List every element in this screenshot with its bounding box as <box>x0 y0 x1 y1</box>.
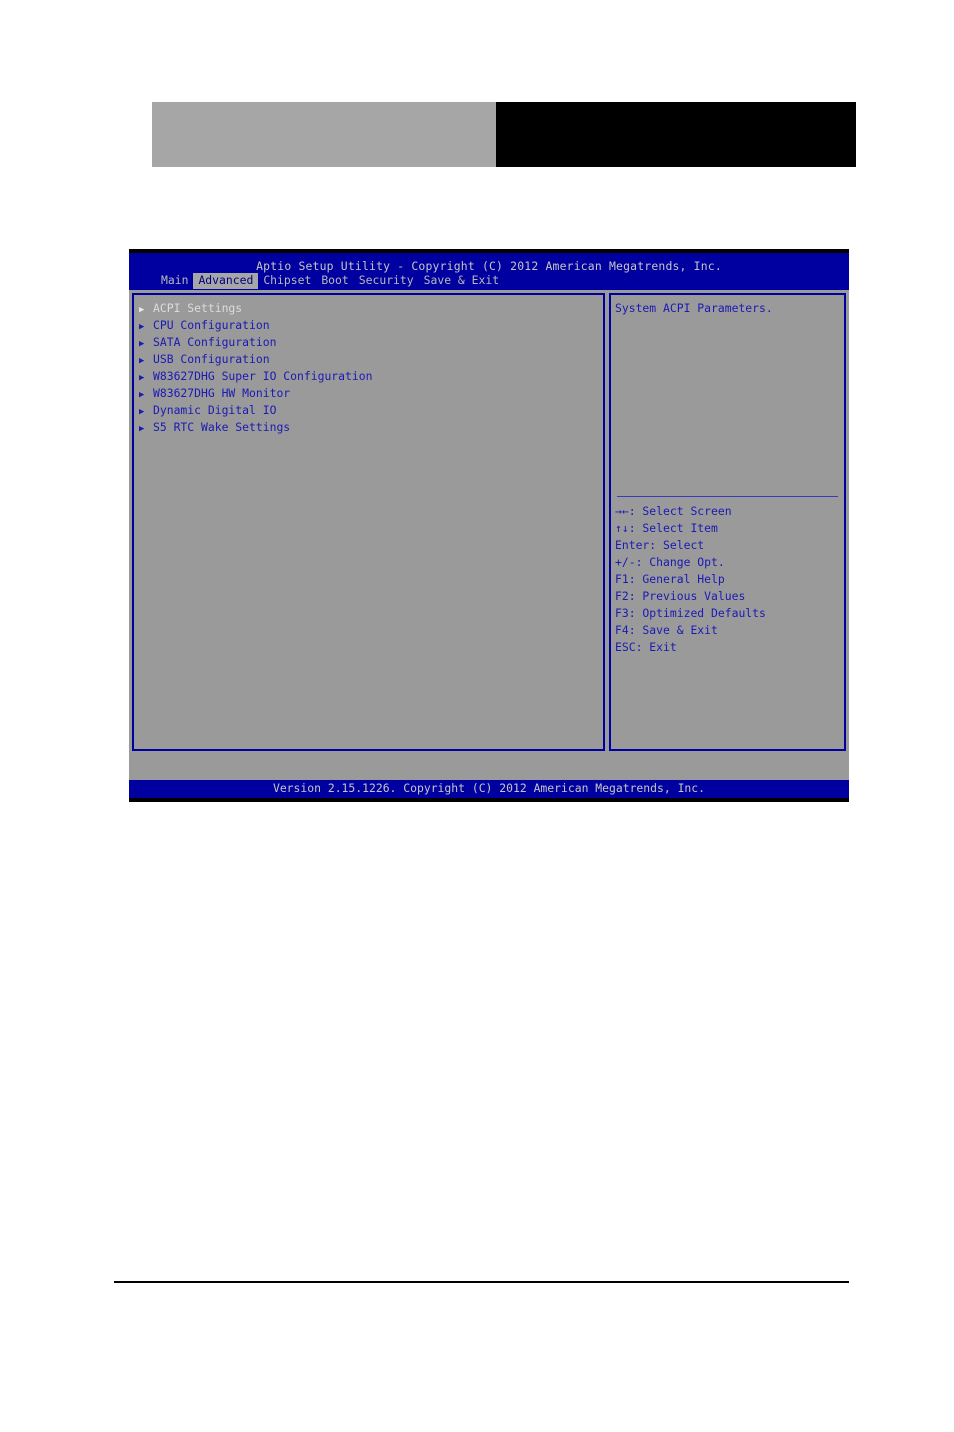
menu-item-label: CPU Configuration <box>153 318 270 332</box>
menu-item-label: W83627DHG HW Monitor <box>153 386 291 400</box>
menu-item-label: W83627DHG Super IO Configuration <box>153 369 373 383</box>
bios-header: Aptio Setup Utility - Copyright (C) 2012… <box>129 253 849 290</box>
settings-menu-panel: ▶ ACPI Settings ▶ CPU Configuration ▶ SA… <box>132 293 605 751</box>
menu-item-label: USB Configuration <box>153 352 270 366</box>
menu-item-cpu-configuration[interactable]: ▶ CPU Configuration <box>139 317 603 334</box>
key-name: +/- <box>615 555 636 569</box>
settings-menu-list: ▶ ACPI Settings ▶ CPU Configuration ▶ SA… <box>134 295 603 436</box>
menu-item-label: SATA Configuration <box>153 335 277 349</box>
submenu-arrow-icon: ▶ <box>139 339 145 349</box>
key-name: ESC <box>615 640 636 654</box>
submenu-arrow-icon: ▶ <box>139 356 145 366</box>
menu-item-sata-configuration[interactable]: ▶ SATA Configuration <box>139 334 603 351</box>
key-legend-label: : Select <box>649 538 705 552</box>
help-panel: System ACPI Parameters. →←: Select Scree… <box>609 293 846 751</box>
key-name: F3 <box>615 606 629 620</box>
menu-item-hw-monitor[interactable]: ▶ W83627DHG HW Monitor <box>139 385 603 402</box>
menu-item-acpi-settings[interactable]: ▶ ACPI Settings <box>139 300 603 317</box>
arrow-left-right-icon: →← <box>615 504 629 518</box>
key-name: F2 <box>615 589 629 603</box>
key-legend-label: : Select Screen <box>628 504 732 518</box>
key-legend-select-item: ↑↓: Select Item <box>615 520 844 537</box>
menu-item-usb-configuration[interactable]: ▶ USB Configuration <box>139 351 603 368</box>
key-legend-exit: ESC: Exit <box>615 639 844 656</box>
key-legend-general-help: F1: General Help <box>615 571 844 588</box>
footer-gap <box>129 770 849 780</box>
arrow-up-down-icon: ↑↓ <box>615 521 629 535</box>
menu-item-super-io-configuration[interactable]: ▶ W83627DHG Super IO Configuration <box>139 368 603 385</box>
submenu-arrow-icon: ▶ <box>139 407 145 417</box>
tab-advanced[interactable]: Advanced <box>193 273 259 289</box>
key-legend-label: : Optimized Defaults <box>628 606 766 620</box>
tab-security[interactable]: Security <box>354 273 419 289</box>
key-legend-previous-values: F2: Previous Values <box>615 588 844 605</box>
bios-tab-bar: Main Advanced Chipset Boot Security Save… <box>129 273 849 289</box>
bios-body: ▶ ACPI Settings ▶ CPU Configuration ▶ SA… <box>129 290 849 770</box>
menu-item-label: Dynamic Digital IO <box>153 403 277 417</box>
submenu-arrow-icon: ▶ <box>139 390 145 400</box>
key-legend-save-exit: F4: Save & Exit <box>615 622 844 639</box>
page-bottom-rule <box>114 1281 849 1283</box>
submenu-arrow-icon: ▶ <box>139 424 145 434</box>
tab-save-exit[interactable]: Save & Exit <box>419 273 504 289</box>
key-legend-label: : Change Opt. <box>635 555 725 569</box>
bios-footer-version: Version 2.15.1226. Copyright (C) 2012 Am… <box>129 780 849 798</box>
key-legend-enter-select: Enter: Select <box>615 537 844 554</box>
tab-main[interactable]: Main <box>156 273 193 289</box>
key-legend-change-opt: +/-: Change Opt. <box>615 554 844 571</box>
key-name: Enter <box>615 538 650 552</box>
menu-item-dynamic-digital-io[interactable]: ▶ Dynamic Digital IO <box>139 402 603 419</box>
key-legend-select-screen: →←: Select Screen <box>615 503 844 520</box>
top-banner <box>152 102 856 167</box>
key-legend-label: : General Help <box>628 572 725 586</box>
submenu-arrow-icon: ▶ <box>139 322 145 332</box>
banner-block-black <box>496 102 856 167</box>
window-bottom-strip <box>129 798 849 802</box>
menu-item-label: ACPI Settings <box>153 301 243 315</box>
key-name: F1 <box>615 572 629 586</box>
menu-item-label: S5 RTC Wake Settings <box>153 420 291 434</box>
banner-block-grey <box>152 102 496 167</box>
menu-item-s5-rtc-wake-settings[interactable]: ▶ S5 RTC Wake Settings <box>139 419 603 436</box>
tab-chipset[interactable]: Chipset <box>258 273 316 289</box>
tab-boot[interactable]: Boot <box>316 273 353 289</box>
submenu-arrow-icon: ▶ <box>139 305 145 315</box>
submenu-arrow-icon: ▶ <box>139 373 145 383</box>
key-legend-label: : Select Item <box>628 521 718 535</box>
key-name: F4 <box>615 623 629 637</box>
key-legend-label: : Exit <box>635 640 677 654</box>
key-legend-label: : Previous Values <box>628 589 746 603</box>
help-description: System ACPI Parameters. <box>615 301 773 315</box>
bios-setup-window: Aptio Setup Utility - Copyright (C) 2012… <box>129 249 849 802</box>
key-legend-optimized-defaults: F3: Optimized Defaults <box>615 605 844 622</box>
key-legend-list: →←: Select Screen ↑↓: Select Item Enter:… <box>611 497 844 656</box>
bios-title: Aptio Setup Utility - Copyright (C) 2012… <box>256 259 722 273</box>
key-legend-label: : Save & Exit <box>628 623 718 637</box>
